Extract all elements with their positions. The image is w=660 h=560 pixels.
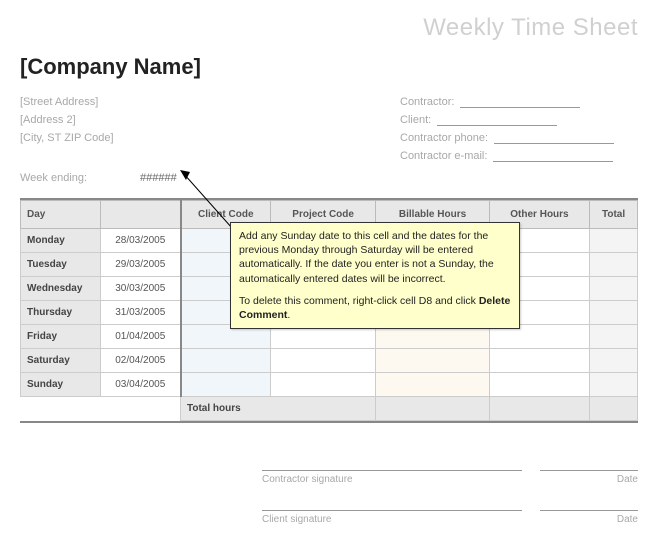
date-cell[interactable]: 02/04/2005 bbox=[101, 349, 181, 373]
week-ending-cell[interactable]: ###### bbox=[140, 172, 177, 184]
email-label: Contractor e-mail: bbox=[400, 150, 487, 162]
total-cell bbox=[590, 277, 638, 301]
billable-cell[interactable] bbox=[376, 373, 490, 397]
client-code-cell[interactable] bbox=[181, 373, 271, 397]
comment-para1: Add any Sunday date to this cell and the… bbox=[239, 229, 511, 286]
email-field: Contractor e-mail: bbox=[400, 150, 613, 162]
phone-field: Contractor phone: bbox=[400, 132, 614, 144]
date-cell[interactable]: 28/03/2005 bbox=[101, 229, 181, 253]
date-cell[interactable]: 01/04/2005 bbox=[101, 325, 181, 349]
day-cell: Monday bbox=[21, 229, 101, 253]
table-row: Saturday02/04/2005 bbox=[21, 349, 638, 373]
cell-comment-tooltip: Add any Sunday date to this cell and the… bbox=[230, 222, 520, 329]
billable-cell[interactable] bbox=[376, 349, 490, 373]
phone-label: Contractor phone: bbox=[400, 132, 488, 144]
city-st-zip: [City, ST ZIP Code] bbox=[20, 132, 114, 144]
date-cell[interactable]: 31/03/2005 bbox=[101, 301, 181, 325]
client-line[interactable] bbox=[437, 125, 557, 126]
contractor-line[interactable] bbox=[460, 107, 580, 108]
client-label: Client: bbox=[400, 114, 431, 126]
date-cell[interactable]: 30/03/2005 bbox=[101, 277, 181, 301]
other-cell[interactable] bbox=[489, 349, 589, 373]
other-cell[interactable] bbox=[489, 373, 589, 397]
contractor-sig-line[interactable] bbox=[262, 470, 522, 471]
client-sig-label: Client signature bbox=[262, 514, 331, 525]
day-cell: Wednesday bbox=[21, 277, 101, 301]
total-row: Total hours bbox=[21, 397, 638, 421]
header-day: Day bbox=[21, 201, 101, 229]
contractor-label: Contractor: bbox=[400, 96, 454, 108]
contractor-date-line[interactable] bbox=[540, 470, 638, 471]
day-cell: Sunday bbox=[21, 373, 101, 397]
day-cell: Friday bbox=[21, 325, 101, 349]
total-cell bbox=[590, 325, 638, 349]
header-date bbox=[101, 201, 181, 229]
grand-total bbox=[590, 397, 638, 421]
total-cell bbox=[590, 229, 638, 253]
total-cell bbox=[590, 373, 638, 397]
day-cell: Tuesday bbox=[21, 253, 101, 277]
date-cell[interactable]: 03/04/2005 bbox=[101, 373, 181, 397]
contractor-field: Contractor: bbox=[400, 96, 580, 108]
address-2: [Address 2] bbox=[20, 114, 76, 126]
date-cell[interactable]: 29/03/2005 bbox=[101, 253, 181, 277]
company-name: [Company Name] bbox=[20, 54, 201, 80]
total-cell bbox=[590, 301, 638, 325]
day-cell: Thursday bbox=[21, 301, 101, 325]
client-date-line[interactable] bbox=[540, 510, 638, 511]
client-date-label: Date bbox=[540, 514, 638, 525]
client-code-cell[interactable] bbox=[181, 349, 271, 373]
total-billable bbox=[376, 397, 490, 421]
project-code-cell[interactable] bbox=[271, 349, 376, 373]
week-ending-label: Week ending: bbox=[20, 172, 87, 184]
project-code-cell[interactable] bbox=[271, 373, 376, 397]
email-line[interactable] bbox=[493, 161, 613, 162]
header-total: Total bbox=[590, 201, 638, 229]
total-cell bbox=[590, 253, 638, 277]
client-sig-line[interactable] bbox=[262, 510, 522, 511]
total-hours-label: Total hours bbox=[181, 397, 376, 421]
contractor-sig-label: Contractor signature bbox=[262, 474, 353, 485]
client-field: Client: bbox=[400, 114, 557, 126]
page-title: Weekly Time Sheet bbox=[423, 14, 638, 42]
phone-line[interactable] bbox=[494, 143, 614, 144]
comment-para2: To delete this comment, right-click cell… bbox=[239, 294, 511, 322]
total-other bbox=[489, 397, 589, 421]
total-cell bbox=[590, 349, 638, 373]
contractor-date-label: Date bbox=[540, 474, 638, 485]
table-row: Sunday03/04/2005 bbox=[21, 373, 638, 397]
day-cell: Saturday bbox=[21, 349, 101, 373]
street-address: [Street Address] bbox=[20, 96, 98, 108]
